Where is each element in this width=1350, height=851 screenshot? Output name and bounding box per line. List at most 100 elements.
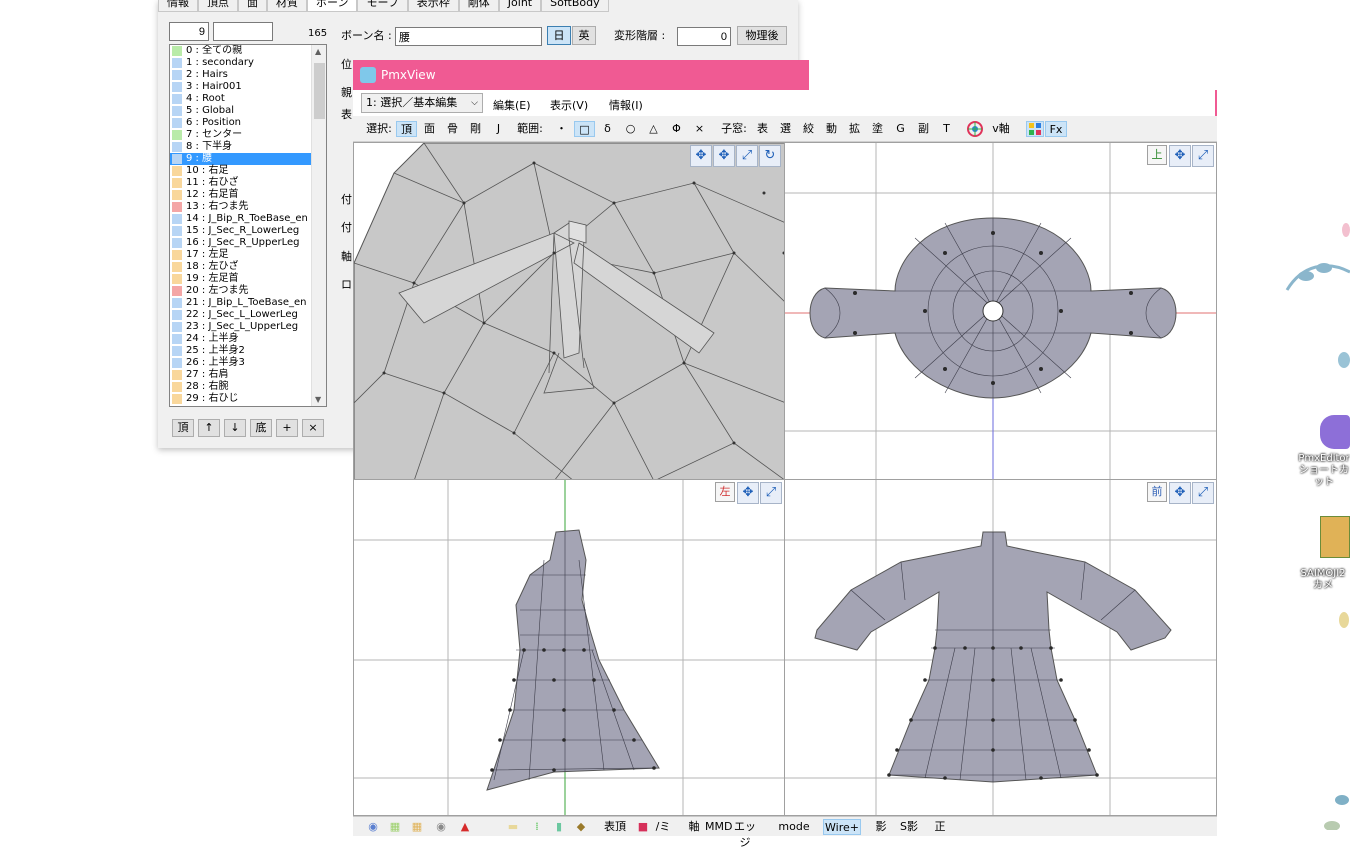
bone-list-item[interactable]: 9 : 腰 (170, 153, 326, 165)
bone-list-item[interactable]: 22 : J_Sec_L_LowerLeg (170, 309, 326, 321)
lang-jp-button[interactable]: 日 (547, 26, 571, 45)
range-mode-button[interactable]: Φ (666, 121, 687, 137)
bone-list-button[interactable]: ↑ (198, 419, 220, 437)
viewport-top[interactable]: 上 ✥ ⤢ (784, 142, 1217, 480)
zoom-view-icon[interactable]: ⤢ (1192, 145, 1214, 167)
tab-1[interactable]: 頂点 (198, 0, 238, 12)
child-window-button[interactable]: G (890, 121, 911, 137)
bone-list-item[interactable]: 26 : 上半身3 (170, 357, 326, 369)
zoom-view-icon[interactable]: ⤢ (736, 145, 758, 167)
after-physics-button[interactable]: 物理後 (737, 26, 787, 45)
child-window-button[interactable]: 選 (775, 121, 796, 137)
bottom-toolbar-item[interactable]: 影 (871, 819, 891, 835)
child-window-button[interactable]: 動 (821, 121, 842, 137)
bottom-toolbar-item[interactable]: /ミ (653, 819, 673, 835)
viewport-perspective[interactable]: ✥ ✥ ⤢ ↻ (353, 142, 785, 480)
bone-list-item[interactable]: 6 : Position (170, 117, 326, 129)
bone-list-item[interactable]: 3 : Hair001 (170, 81, 326, 93)
bone-list-item[interactable]: 20 : 左つま先 (170, 285, 326, 297)
tab-5[interactable]: モーフ (357, 0, 408, 12)
bone-list-item[interactable]: 27 : 右肩 (170, 369, 326, 381)
bone-search-input[interactable] (213, 22, 273, 41)
bone-list-button[interactable]: 底 (250, 419, 272, 437)
tab-4[interactable]: ボーン (307, 0, 358, 12)
select-mode-button[interactable]: 頂 (396, 121, 417, 137)
bone-list-item[interactable]: 0 : 全ての親 (170, 45, 326, 57)
bone-display-icon[interactable]: ⁞ (529, 819, 545, 835)
move-view-icon[interactable]: ✥ (690, 145, 712, 167)
bone-list-button[interactable]: ↓ (224, 419, 246, 437)
lang-en-button[interactable]: 英 (572, 26, 596, 45)
select-mode-button[interactable]: 面 (419, 121, 440, 137)
triangle-icon[interactable]: ▲ (457, 819, 473, 835)
select-mode-button[interactable]: J (488, 121, 509, 137)
bottom-toolbar-item[interactable]: Wire+ (823, 819, 861, 835)
range-mode-button[interactable]: δ (597, 121, 618, 137)
material-color-icon[interactable]: ■ (635, 819, 651, 835)
scroll-thumb[interactable] (314, 63, 325, 119)
zoom-view-icon[interactable]: ⤢ (1192, 482, 1214, 504)
morph-display-icon[interactable]: ◆ (573, 819, 589, 835)
bone-list-item[interactable]: 17 : 左足 (170, 249, 326, 261)
bottom-toolbar-item[interactable]: 表頂 (599, 819, 631, 835)
desktop-icon-saimoji[interactable]: SAIMOJI2 カメ (1296, 516, 1350, 592)
color-wheel-icon[interactable] (967, 121, 983, 137)
bottom-toolbar-item[interactable]: 正 (931, 819, 949, 835)
bone-list-item[interactable]: 2 : Hairs (170, 69, 326, 81)
rotate-view-icon[interactable]: ↻ (759, 145, 781, 167)
bone-list-button[interactable]: 頂 (172, 419, 194, 437)
viewport-left[interactable]: 左 ✥ ⤢ (353, 479, 785, 816)
tab-0[interactable]: 情報 (158, 0, 198, 12)
bone-list-scrollbar[interactable]: ▲ ▼ (311, 45, 326, 406)
record-icon[interactable]: ◉ (365, 819, 381, 835)
viewport-front[interactable]: 前 ✥ ⤢ (784, 479, 1217, 816)
texture-icon[interactable]: ▦ (409, 819, 425, 835)
range-mode-button[interactable]: × (689, 121, 710, 137)
range-mode-button[interactable]: △ (643, 121, 664, 137)
toggle-icon[interactable]: ◉ (433, 819, 449, 835)
bottom-toolbar-item[interactable]: mode (773, 819, 815, 835)
child-window-button[interactable]: 拡 (844, 121, 865, 137)
bone-list-item[interactable]: 25 : 上半身2 (170, 345, 326, 357)
child-window-button[interactable]: 副 (913, 121, 934, 137)
tab-3[interactable]: 材質 (267, 0, 307, 12)
bone-list-item[interactable]: 11 : 右ひざ (170, 177, 326, 189)
bone-list-item[interactable]: 10 : 右足 (170, 165, 326, 177)
child-window-button[interactable]: 塗 (867, 121, 888, 137)
menu-edit[interactable]: 編集(E) (493, 97, 531, 113)
bone-list-item[interactable]: 21 : J_Bip_L_ToeBase_en (170, 297, 326, 309)
light-icon[interactable]: ▬ (505, 819, 521, 835)
bone-index-input[interactable] (169, 22, 209, 41)
desktop-icon-pmxeditor[interactable]: PmxEditor ショートカット (1298, 415, 1350, 489)
bone-list-item[interactable]: 19 : 左足首 (170, 273, 326, 285)
bone-list-item[interactable]: 7 : センター (170, 129, 326, 141)
tab-7[interactable]: 剛体 (458, 0, 499, 12)
mode-select[interactable]: 1: 選択／基本編集 ⌵ (361, 93, 483, 113)
bottom-toolbar-item[interactable]: 軸 (685, 819, 703, 835)
pan-view-icon[interactable]: ✥ (1169, 145, 1191, 167)
bone-list-item[interactable]: 15 : J_Sec_R_LowerLeg (170, 225, 326, 237)
bone-list-item[interactable]: 14 : J_Bip_R_ToeBase_en (170, 213, 326, 225)
rigid-display-icon[interactable]: ▮ (551, 819, 567, 835)
bottom-toolbar-item[interactable]: エッジ (731, 819, 759, 849)
select-mode-button[interactable]: 剛 (465, 121, 486, 137)
tab-2[interactable]: 面 (238, 0, 267, 12)
bone-list-item[interactable]: 12 : 右足首 (170, 189, 326, 201)
deform-layer-input[interactable] (677, 27, 731, 46)
bone-name-input[interactable] (395, 27, 542, 46)
bottom-toolbar-item[interactable]: S影 (897, 819, 921, 835)
pan-view-icon[interactable]: ✥ (1169, 482, 1191, 504)
select-mode-button[interactable]: 骨 (442, 121, 463, 137)
bone-list-item[interactable]: 16 : J_Sec_R_UpperLeg (170, 237, 326, 249)
v-axis-button[interactable]: v軸 (989, 121, 1013, 137)
bone-list[interactable]: 0 : 全ての親 1 : secondary 2 : Hairs 3 : Hair00… (169, 44, 327, 407)
fx-button[interactable]: Fx (1045, 121, 1067, 137)
child-window-button[interactable]: 絞 (798, 121, 819, 137)
tab-8[interactable]: Joint (498, 0, 542, 12)
bone-list-item[interactable]: 23 : J_Sec_L_UpperLeg (170, 321, 326, 333)
bone-list-button[interactable]: × (302, 419, 324, 437)
bone-list-item[interactable]: 4 : Root (170, 93, 326, 105)
scroll-down-icon[interactable]: ▼ (315, 395, 321, 404)
bone-list-item[interactable]: 28 : 右腕 (170, 381, 326, 393)
bone-list-item[interactable]: 29 : 右ひじ (170, 393, 326, 405)
